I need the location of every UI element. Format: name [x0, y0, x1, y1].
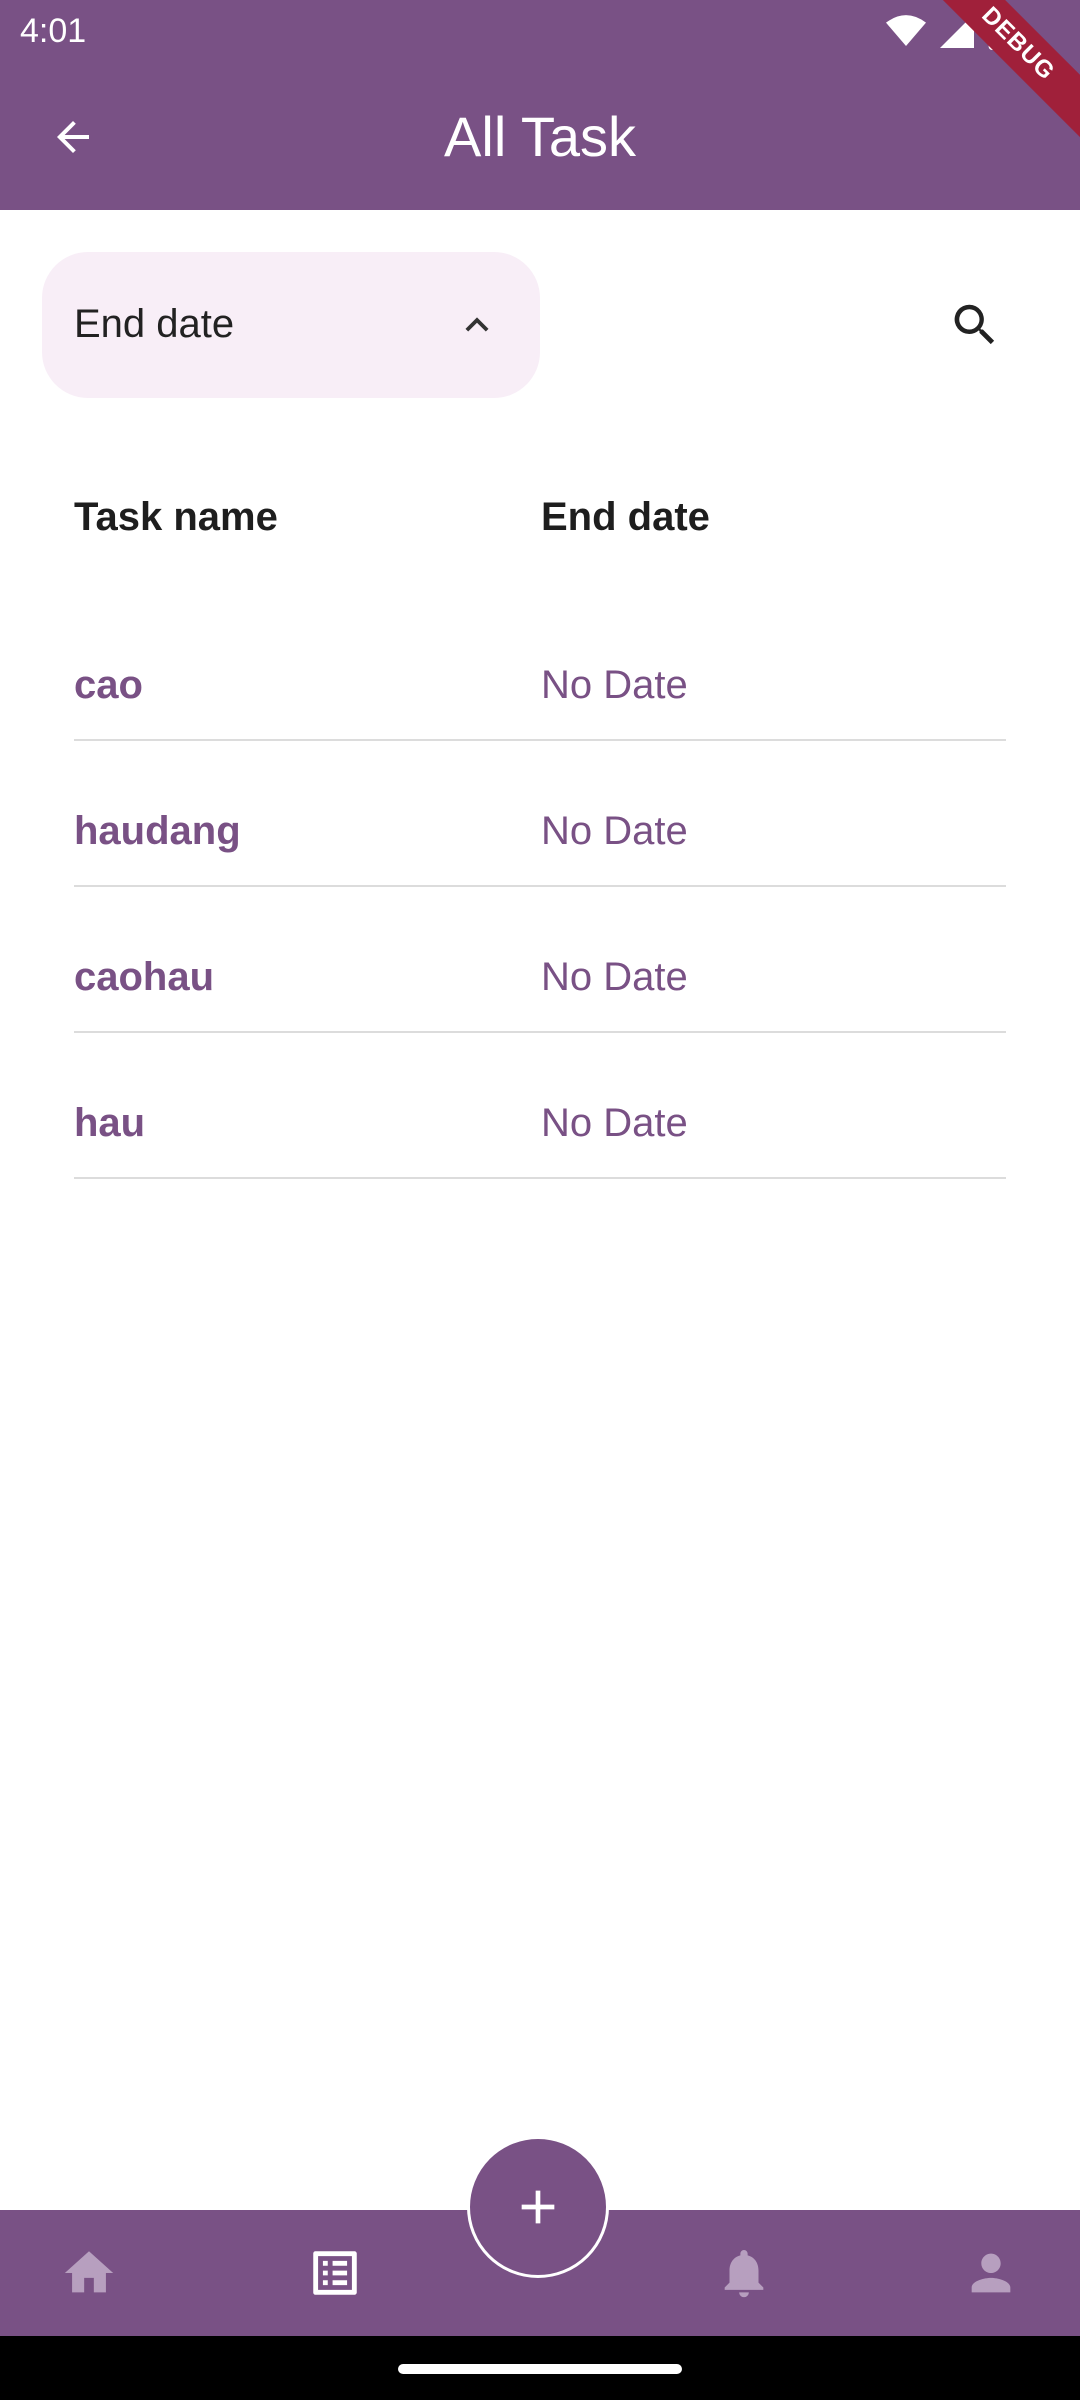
- home-icon: [64, 2251, 114, 2293]
- system-navigation-bar: [0, 2336, 1080, 2400]
- chevron-up-icon: [465, 317, 489, 332]
- list-icon: [313, 2251, 357, 2295]
- home-indicator[interactable]: [398, 2364, 682, 2374]
- end-date-cell: No Date: [541, 809, 688, 853]
- task-name-cell: caohau: [74, 955, 215, 999]
- nav-home[interactable]: [54, 2238, 124, 2308]
- task-name-cell: haudang: [74, 809, 241, 853]
- column-header-end-date: End date: [541, 495, 710, 539]
- task-name-cell: hau: [74, 1101, 146, 1145]
- task-table: cao No Date haudang No Date caohau No Da…: [74, 595, 1006, 1179]
- add-task-button[interactable]: [467, 2136, 609, 2278]
- task-name-cell: cao: [74, 663, 143, 707]
- sort-dropdown-label: End date: [74, 302, 235, 346]
- nav-profile[interactable]: [956, 2238, 1026, 2308]
- sort-dropdown[interactable]: End date: [42, 252, 540, 398]
- search-button[interactable]: [940, 290, 1010, 360]
- search-icon: [954, 304, 995, 345]
- wifi-icon: [886, 15, 926, 46]
- table-row[interactable]: caohau No Date: [74, 887, 1006, 1033]
- add-icon: [521, 2190, 555, 2224]
- table-row[interactable]: cao No Date: [74, 595, 1006, 741]
- nav-task-list[interactable]: [300, 2238, 370, 2308]
- nav-notifications[interactable]: [709, 2238, 779, 2308]
- status-bar: 4:01: [0, 0, 1080, 64]
- end-date-cell: No Date: [541, 663, 688, 707]
- status-time: 4:01: [20, 12, 87, 50]
- app-bar: All Task: [0, 64, 1080, 210]
- column-header-task-name: Task name: [74, 495, 278, 539]
- table-row[interactable]: haudang No Date: [74, 741, 1006, 887]
- person-icon: [971, 2253, 1011, 2293]
- end-date-cell: No Date: [541, 955, 688, 999]
- page-title: All Task: [444, 105, 636, 168]
- bell-icon: [724, 2250, 764, 2298]
- end-date-cell: No Date: [541, 1101, 688, 1145]
- table-row[interactable]: hau No Date: [74, 1033, 1006, 1179]
